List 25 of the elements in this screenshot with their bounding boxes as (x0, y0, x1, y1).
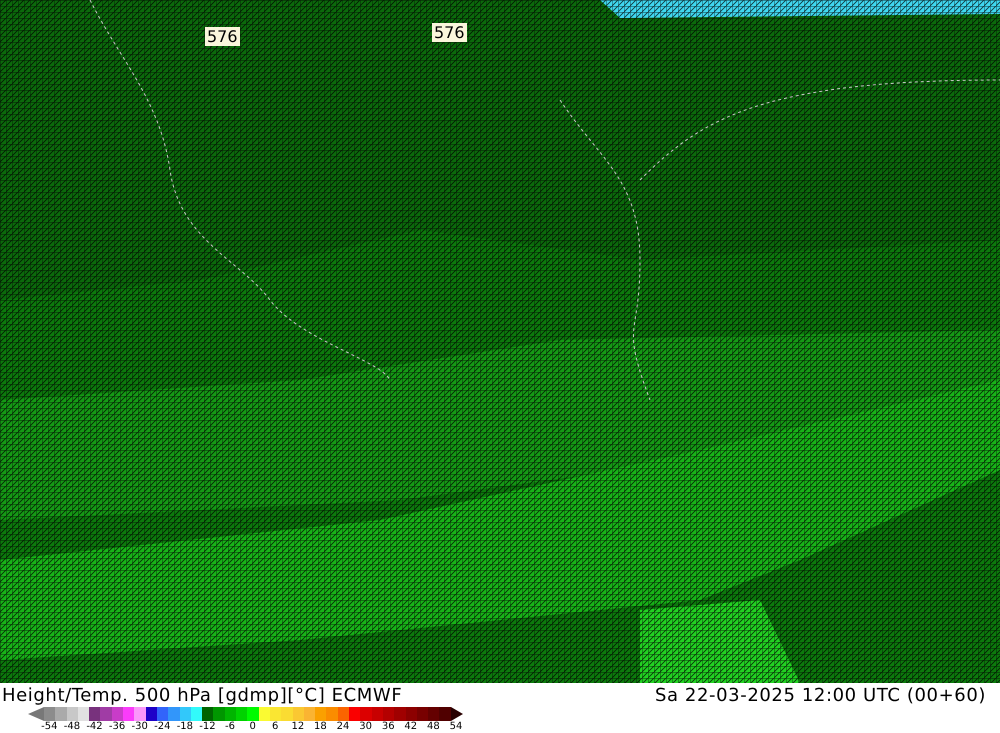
legend-tick-label: -12 (198, 721, 217, 732)
legend-tick-label: 0 (248, 721, 257, 732)
legend-tick-label: 18 (313, 721, 328, 732)
right-arrow-icon (450, 707, 463, 721)
legend-tick-label: -36 (108, 721, 126, 732)
legend-tick-label: 24 (336, 721, 350, 732)
legend-tick-label: 30 (358, 721, 373, 732)
forecast-datetime: Sa 22-03-2025 12:00 UTC (00+60) (654, 684, 986, 706)
legend-tick-label: 54 (448, 721, 464, 732)
legend-tick-label: -48 (62, 721, 82, 732)
legend-tick-label: -6 (224, 721, 236, 732)
legend-tick-label: -30 (130, 721, 149, 732)
legend-tick-label: -42 (85, 721, 104, 732)
contour-label: 576 (205, 27, 240, 46)
legend-tick-label: -54 (40, 721, 58, 732)
legend-tick-label: 36 (380, 721, 396, 732)
map-title: Height/Temp. 500 hPa [gdmp][°C] ECMWF (2, 684, 402, 706)
legend-tick-label: 6 (271, 721, 280, 732)
legend-tick-label: -18 (176, 721, 194, 732)
legend-tick-label: 42 (403, 721, 418, 732)
legend-tick-label: 12 (290, 721, 306, 732)
contour-label: 576 (432, 23, 467, 42)
legend-tick-label: 48 (426, 721, 441, 732)
legend-tick-label: -24 (153, 721, 172, 732)
left-arrow-icon (28, 707, 44, 721)
